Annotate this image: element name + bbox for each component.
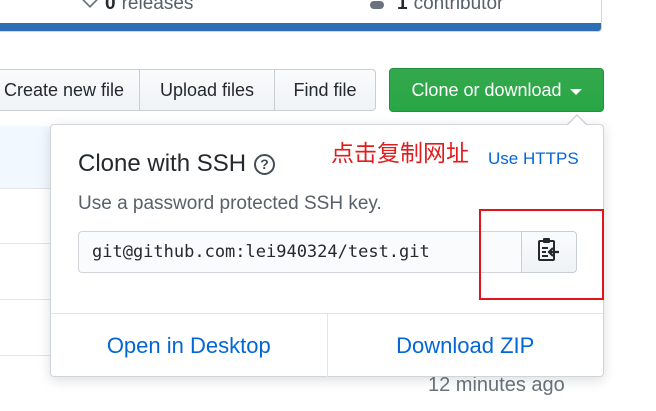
panel-footer: Open in Desktop Download ZIP	[51, 313, 603, 377]
clone-or-download-label: Clone or download	[411, 79, 562, 100]
annotation-text: 点击复制网址	[331, 141, 469, 167]
caret-down-icon	[569, 88, 582, 95]
download-zip-button[interactable]: Download ZIP	[326, 314, 604, 377]
file-row-highlight	[0, 126, 52, 188]
last-updated-time: 12 minutes ago	[428, 374, 565, 396]
upload-files-button[interactable]: Upload files	[139, 69, 275, 111]
panel-pointer-inner	[567, 116, 587, 126]
create-new-file-button[interactable]: Create new file	[0, 69, 140, 111]
use-https-link[interactable]: Use HTTPS	[488, 149, 579, 169]
find-file-button[interactable]: Find file	[274, 69, 376, 111]
row-divider	[0, 243, 52, 244]
file-list-background	[0, 126, 52, 411]
people-icon	[369, 0, 391, 15]
contributors-label: contributor	[413, 0, 504, 14]
clone-title-text: Clone with SSH	[78, 150, 247, 177]
clone-url-input[interactable]: git@github.com:lei940324/test.git	[78, 231, 522, 273]
contributors-stat[interactable]: 1 contributor	[369, 0, 503, 15]
row-divider	[0, 299, 52, 300]
clipboard-icon	[537, 237, 561, 268]
question-icon[interactable]: ?	[254, 153, 276, 175]
clone-dropdown-panel: Clone with SSH ? 点击复制网址 Use HTTPS Use a …	[50, 124, 604, 377]
ssh-description: Use a password protected SSH key.	[78, 193, 382, 214]
row-divider	[0, 188, 52, 189]
row-divider	[0, 355, 52, 356]
contributors-count: 1	[397, 0, 408, 14]
language-bar[interactable]	[0, 23, 601, 31]
releases-label: releases	[121, 0, 194, 14]
clone-title: Clone with SSH ?	[78, 150, 276, 178]
clone-or-download-button[interactable]: Clone or download	[389, 68, 604, 112]
repo-stats-bar: 0 releases 1 contributor	[0, 0, 602, 32]
open-in-desktop-button[interactable]: Open in Desktop	[51, 314, 327, 377]
tag-icon	[81, 0, 99, 15]
releases-count: 0	[105, 0, 116, 14]
releases-stat[interactable]: 0 releases	[81, 0, 193, 15]
copy-to-clipboard-button[interactable]	[521, 231, 577, 273]
